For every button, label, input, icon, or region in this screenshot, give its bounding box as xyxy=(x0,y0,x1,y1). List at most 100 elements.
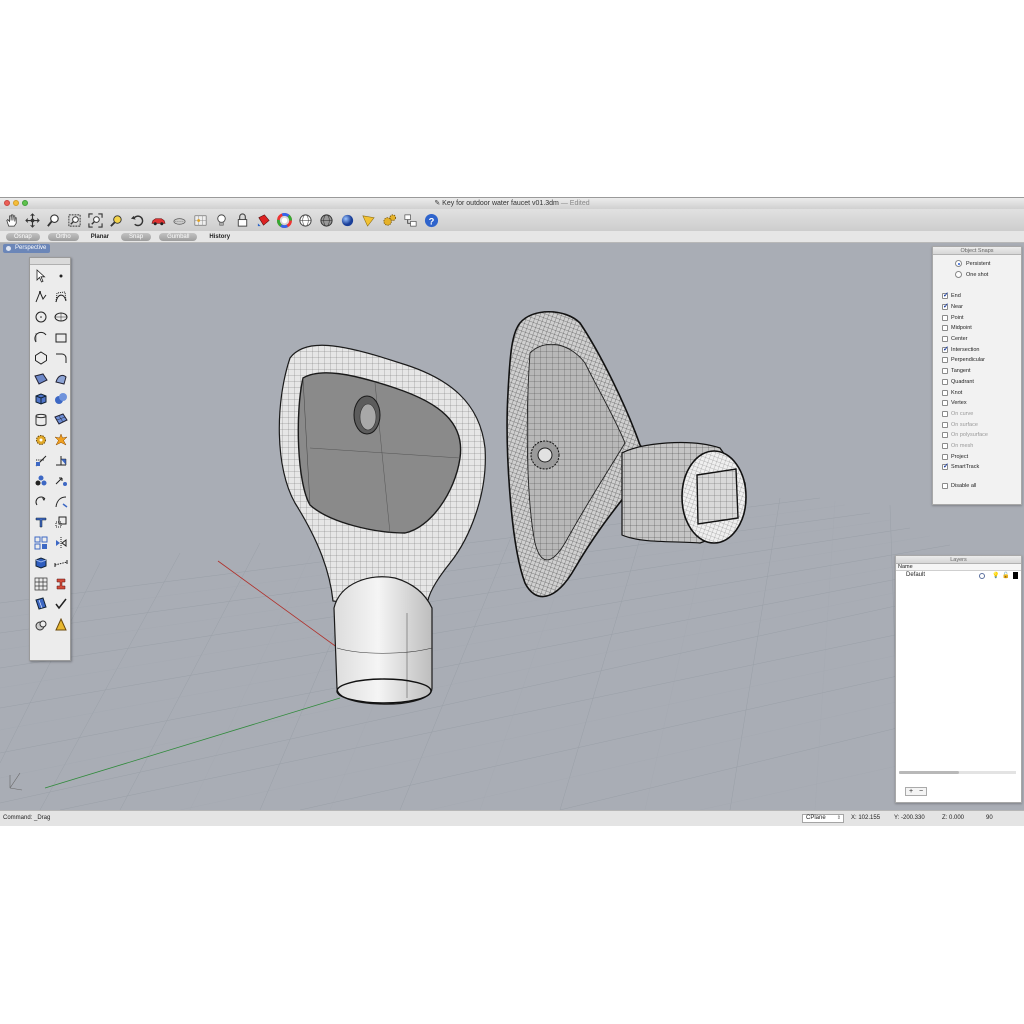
snap-checkbox[interactable] xyxy=(942,314,948,321)
key-model-left[interactable] xyxy=(278,344,486,705)
disable-all-option[interactable]: Disable all xyxy=(942,483,976,489)
snap-grid-icon[interactable] xyxy=(192,212,209,229)
snap-option-knot[interactable]: Knot xyxy=(942,387,988,398)
snap-checkbox[interactable] xyxy=(942,368,948,375)
capsule-icon[interactable] xyxy=(171,212,188,229)
snap-option-on-curve[interactable]: On curve xyxy=(942,409,988,420)
surface-icon[interactable] xyxy=(31,369,51,390)
light-bulb-icon[interactable] xyxy=(213,212,230,229)
snap-option-near[interactable]: Near xyxy=(942,302,988,313)
rotate-icon[interactable] xyxy=(31,492,51,513)
circle-icon[interactable] xyxy=(31,307,51,328)
polygon-icon[interactable] xyxy=(31,348,51,369)
zoom-window-icon[interactable] xyxy=(66,212,83,229)
layer-row-default[interactable]: Default 💡 🔓 xyxy=(896,571,1021,580)
object-snaps-title[interactable]: Object Snaps xyxy=(933,247,1021,255)
split-icon[interactable] xyxy=(51,451,71,472)
osnap-mode-persistent[interactable]: Persistent xyxy=(955,260,990,267)
viewport-canvas[interactable] xyxy=(0,243,1024,810)
remove-layer-button[interactable]: − xyxy=(916,788,926,795)
snap-option-project[interactable]: Project xyxy=(942,451,988,462)
point-icon[interactable] xyxy=(51,266,71,287)
layers-horizontal-scrollbar[interactable] xyxy=(899,771,1016,774)
disable-all-checkbox[interactable] xyxy=(942,483,948,489)
snap-option-tangent[interactable]: Tangent xyxy=(942,366,988,377)
snap-checkbox[interactable] xyxy=(942,357,948,364)
render-cone-icon[interactable] xyxy=(51,615,71,636)
snap-option-on-mesh[interactable]: On mesh xyxy=(942,441,988,452)
ellipse-icon[interactable] xyxy=(51,307,71,328)
cplane-dropdown[interactable]: CPlane xyxy=(802,814,844,823)
snap-option-point[interactable]: Point xyxy=(942,312,988,323)
array-icon[interactable] xyxy=(31,533,51,554)
persistent-radio[interactable] xyxy=(955,260,962,267)
mesh-icon[interactable] xyxy=(51,410,71,431)
boolean-union-icon[interactable] xyxy=(51,389,71,410)
arc-icon[interactable] xyxy=(31,328,51,349)
gear-transform-icon[interactable] xyxy=(31,430,51,451)
viewport-title-tab[interactable]: Perspective xyxy=(3,244,51,253)
drafting-icon[interactable] xyxy=(51,574,71,595)
ortho-toggle[interactable]: Ortho xyxy=(47,232,79,241)
transform-arrow-icon[interactable] xyxy=(51,471,71,492)
layers-name-column-header[interactable]: Name xyxy=(896,564,1021,571)
solid-blue-box-icon[interactable] xyxy=(31,553,51,574)
snap-checkbox[interactable] xyxy=(942,453,948,460)
hand-pan-icon[interactable] xyxy=(3,212,20,229)
rectangle-icon[interactable] xyxy=(51,328,71,349)
cylinder-icon[interactable] xyxy=(31,410,51,431)
history-toggle[interactable]: History xyxy=(205,234,234,240)
scale-icon[interactable] xyxy=(51,512,71,533)
snap-toggle[interactable]: Snap xyxy=(121,232,152,241)
curve-from-object-icon[interactable] xyxy=(51,492,71,513)
snap-checkbox[interactable] xyxy=(942,389,948,396)
snap-checkbox[interactable] xyxy=(942,462,949,471)
surface-edit-icon[interactable] xyxy=(51,369,71,390)
mirror-icon[interactable] xyxy=(51,533,71,554)
command-line[interactable]: Command: _Drag xyxy=(3,815,50,821)
sphere-render-icon[interactable] xyxy=(339,212,356,229)
layer-color-swatch[interactable] xyxy=(1013,572,1018,579)
help-icon[interactable]: ? xyxy=(423,212,440,229)
check-icon[interactable] xyxy=(51,594,71,615)
one-shot-radio[interactable] xyxy=(955,271,962,278)
explode-icon[interactable] xyxy=(51,430,71,451)
key-model-right[interactable] xyxy=(506,311,747,598)
osnap-mode-one-shot[interactable]: One shot xyxy=(955,271,988,278)
snap-option-intersection[interactable]: Intersection xyxy=(942,344,988,355)
snap-checkbox[interactable] xyxy=(942,400,948,407)
snap-checkbox[interactable] xyxy=(942,325,948,332)
trim-icon[interactable] xyxy=(31,451,51,472)
flag-icon[interactable] xyxy=(360,212,377,229)
snap-checkbox[interactable] xyxy=(942,442,948,449)
layer-visible-bulb-icon[interactable]: 💡 xyxy=(992,572,999,581)
analyze-icon[interactable] xyxy=(31,615,51,636)
snap-option-center[interactable]: Center xyxy=(942,334,988,345)
fillet-curve-icon[interactable] xyxy=(51,348,71,369)
gumball-toggle[interactable]: Gumball xyxy=(159,232,198,241)
group-icon[interactable] xyxy=(31,471,51,492)
snap-checkbox[interactable] xyxy=(942,378,948,385)
snap-option-perpendicular[interactable]: Perpendicular xyxy=(942,355,988,366)
sphere-shaded-icon[interactable] xyxy=(318,212,335,229)
snap-option-smarttrack[interactable]: SmartTrack xyxy=(942,462,988,473)
layers-title[interactable]: Layers xyxy=(896,556,1021,564)
sphere-wire-icon[interactable] xyxy=(297,212,314,229)
dimension-icon[interactable] xyxy=(31,512,51,533)
snap-checkbox[interactable] xyxy=(942,291,949,300)
planar-toggle[interactable]: Planar xyxy=(87,234,113,240)
snap-checkbox[interactable] xyxy=(942,432,948,439)
snap-checkbox[interactable] xyxy=(942,421,948,428)
gears-icon[interactable] xyxy=(381,212,398,229)
polyline-icon[interactable] xyxy=(31,287,51,308)
layer-lock-icon[interactable]: 🔓 xyxy=(1002,572,1009,581)
zoom-selected-icon[interactable] xyxy=(108,212,125,229)
perspective-viewport[interactable]: Perspective Object Snaps Persistent One … xyxy=(0,243,1024,810)
snap-option-vertex[interactable]: Vertex xyxy=(942,398,988,409)
snap-checkbox[interactable] xyxy=(942,410,948,417)
snap-checkbox[interactable] xyxy=(942,302,949,311)
rotate-view-icon[interactable] xyxy=(24,212,41,229)
current-layer-icon[interactable] xyxy=(979,573,985,579)
zoom-icon[interactable] xyxy=(45,212,62,229)
curve-control-points-icon[interactable] xyxy=(51,287,71,308)
